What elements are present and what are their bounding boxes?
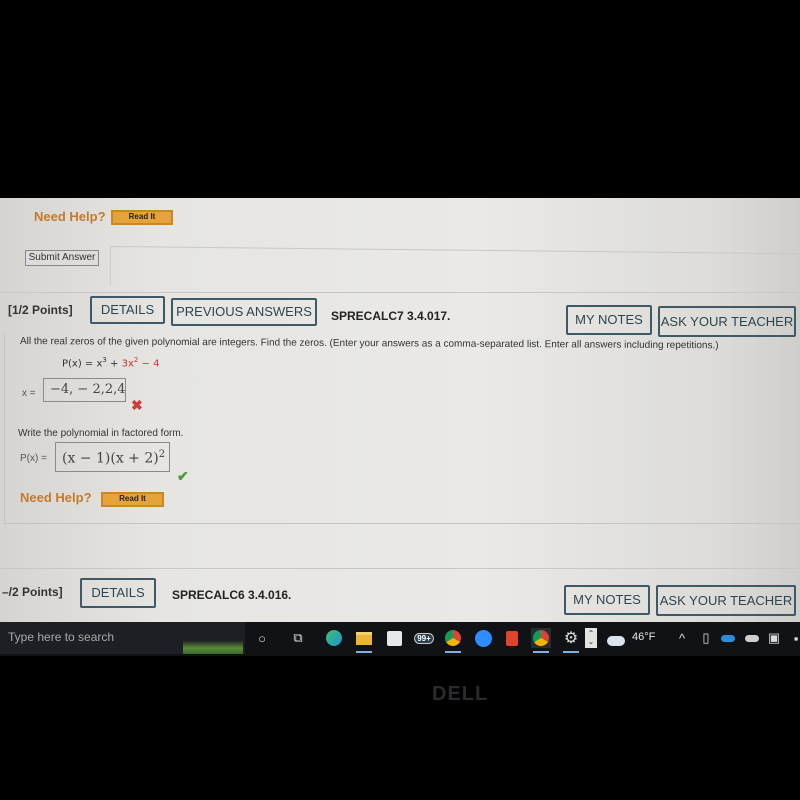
question-header: [1/2 Points] DETAILS PREVIOUS ANSWERS SP… (0, 292, 800, 337)
mail-icon[interactable]: 99+ (414, 628, 434, 648)
zoom-icon[interactable] (473, 628, 493, 648)
points-label: [1/2 Points] (8, 303, 73, 317)
weather-temp[interactable]: 46°F (632, 631, 655, 643)
edge-icon[interactable] (324, 628, 344, 648)
next-details-button[interactable]: DETAILS (80, 578, 156, 608)
factored-answer-base: (x − 1)(x + 2) (62, 450, 159, 467)
read-it-button[interactable]: Read It (111, 210, 173, 225)
poly-prefix: P(x) = x (62, 358, 103, 370)
previous-question-footer: Need Help? Read It Submit Answer (0, 198, 800, 294)
ask-your-teacher-button[interactable]: ASK YOUR TEACHER (658, 306, 796, 337)
task-view-icon[interactable]: ⧉ (288, 628, 308, 648)
store-icon[interactable] (384, 628, 404, 648)
browser-viewport: Need Help? Read It Submit Answer [1/2 Po… (0, 198, 800, 622)
polynomial-expression: P(x) = x3 + 3x2 − 4 (62, 356, 159, 369)
next-my-notes-button[interactable]: MY NOTES (564, 585, 650, 615)
file-explorer-icon[interactable] (354, 628, 374, 653)
factored-form-instruction: Write the polynomial in factored form. (18, 428, 184, 439)
need-help-label-2: Need Help? (20, 490, 92, 505)
question-id: SPRECALC7 3.4.017. (331, 309, 451, 323)
zeros-label: x = (22, 388, 36, 399)
onedrive-icon[interactable] (718, 628, 738, 648)
next-points-label: –/2 Points] (2, 585, 63, 599)
submit-area-divider (109, 246, 800, 294)
chrome-profile-icon[interactable] (531, 628, 551, 653)
settings-icon[interactable]: ⚙ (561, 628, 581, 653)
active-indicator (533, 651, 549, 653)
active-indicator (356, 651, 372, 653)
search-highlight-image (183, 624, 243, 654)
factored-answer-input[interactable]: (x − 1)(x + 2)2 (55, 442, 170, 472)
weather-icon[interactable] (606, 628, 626, 648)
details-button[interactable]: DETAILS (90, 296, 165, 324)
cortana-icon[interactable]: ○ (252, 628, 272, 648)
factored-answer-exp: 2 (158, 449, 166, 460)
need-help-label: Need Help? (34, 209, 106, 224)
poly-term3: − 4 (138, 358, 160, 370)
active-indicator (563, 651, 579, 653)
next-ask-your-teacher-button[interactable]: ASK YOUR TEACHER (656, 585, 796, 616)
show-hidden-icons-chevron-icon[interactable]: ^ (672, 628, 692, 648)
windows-taskbar: Type here to search ○ ⧉ 99+ ⚙ ⌃ ⌄ 46°F ^ … (0, 622, 800, 656)
next-question-header: –/2 Points] DETAILS SPRECALC6 3.4.016. M… (0, 568, 800, 622)
zeros-answer-input[interactable]: −4, − 2,2,4 (43, 378, 126, 402)
poly-plus: + (106, 358, 122, 370)
cloud-icon[interactable] (742, 628, 762, 648)
next-question-id: SPRECALC6 3.4.016. (172, 588, 292, 602)
incorrect-x-icon: ✖ (131, 397, 143, 413)
poly-term2: 3x (121, 358, 134, 370)
dell-logo: DELL (432, 683, 489, 705)
taskbar-scroll-arrows[interactable]: ⌃ ⌄ (585, 628, 597, 648)
office-icon[interactable] (502, 628, 522, 648)
chrome-icon[interactable] (443, 628, 463, 653)
notification-icon[interactable]: ▣ (764, 628, 784, 648)
tray-extra-icon[interactable]: ▪ (786, 628, 800, 648)
correct-check-icon: ✔ (177, 468, 189, 484)
factored-label: P(x) = (20, 453, 47, 464)
active-indicator (445, 651, 461, 653)
read-it-button-2[interactable]: Read It (101, 492, 164, 507)
submit-answer-button[interactable]: Submit Answer (25, 250, 99, 266)
previous-answers-button[interactable]: PREVIOUS ANSWERS (171, 298, 317, 326)
my-notes-button[interactable]: MY NOTES (566, 305, 652, 335)
mail-badge: 99+ (414, 632, 434, 644)
meet-now-icon[interactable]: ▯ (696, 628, 716, 648)
